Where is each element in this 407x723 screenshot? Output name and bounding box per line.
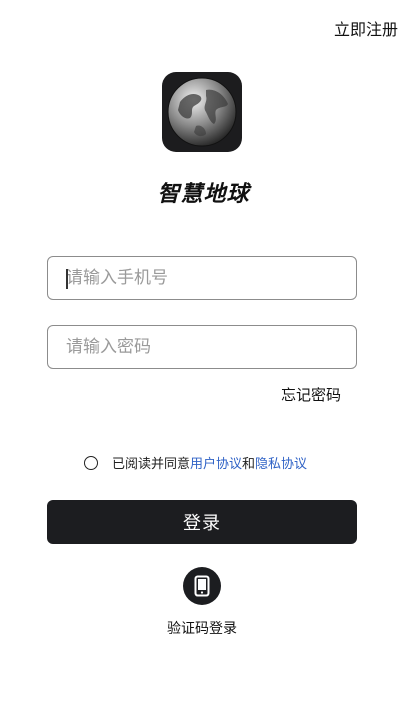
phone-icon — [194, 575, 210, 597]
sms-login-label[interactable]: 验证码登录 — [0, 618, 404, 638]
agreement-prefix: 已阅读并同意 — [112, 457, 191, 472]
password-input[interactable] — [48, 326, 356, 368]
privacy-policy-link[interactable]: 隐私协议 — [255, 453, 307, 472]
text-caret — [66, 269, 68, 289]
agreement-row: 已阅读并同意 用户协议 和 隐私协议 — [84, 453, 307, 472]
globe-icon — [167, 77, 237, 147]
agreement-conjunction: 和 — [242, 457, 256, 472]
register-link[interactable]: 立即注册 — [334, 16, 398, 40]
user-agreement-link[interactable]: 用户协议 — [190, 453, 242, 472]
app-name: 智慧地球 — [157, 182, 250, 207]
forgot-password-link[interactable]: 忘记密码 — [281, 384, 341, 405]
password-field[interactable] — [47, 325, 357, 369]
agreement-radio[interactable] — [84, 455, 98, 470]
phone-input[interactable] — [48, 257, 356, 299]
sms-login-icon-button[interactable] — [183, 567, 221, 605]
phone-field[interactable] — [47, 256, 357, 300]
app-logo — [162, 72, 242, 152]
login-button[interactable]: 登录 — [47, 500, 357, 544]
